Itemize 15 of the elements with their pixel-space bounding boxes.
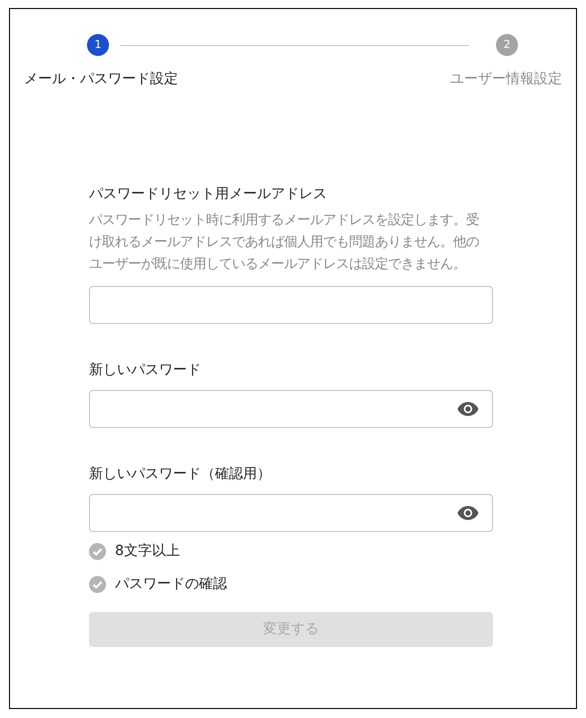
step-label: ユーザー情報設定: [450, 70, 562, 89]
requirement-text: パスワードの確認: [115, 575, 227, 594]
field-label: 新しいパスワード（確認用）: [89, 465, 272, 484]
email-field[interactable]: [89, 286, 493, 324]
requirement-text: 8文字以上: [115, 542, 180, 561]
step-number: 1: [87, 34, 109, 56]
step-label: メール・パスワード設定: [24, 70, 178, 89]
field-label: パスワードリセット用メールアドレス: [89, 185, 328, 204]
eye-icon[interactable]: [457, 505, 479, 521]
password-field[interactable]: [89, 494, 493, 532]
field-label: 新しいパスワード: [89, 361, 202, 380]
eye-icon[interactable]: [457, 401, 479, 417]
field-description: パスワードリセット時に利用するメールアドレスを設定します。受け取れるメールアドレスであれば個人用でも問題ありません。他のユーザーが既に使用しているメールアドレスは設定できません。: [89, 212, 480, 274]
step-number: 2: [496, 34, 518, 56]
password-field[interactable]: [89, 390, 493, 428]
